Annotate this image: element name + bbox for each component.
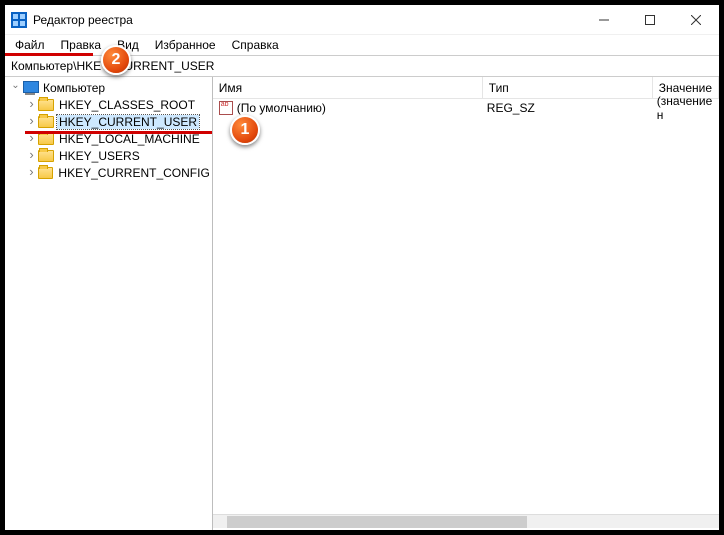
folder-icon — [38, 99, 54, 111]
cell-value: (значение н — [657, 94, 719, 122]
list-pane[interactable]: Имя Тип Значение (По умолчанию) REG_SZ (… — [213, 77, 719, 530]
chevron-right-icon[interactable] — [25, 97, 38, 112]
chevron-right-icon[interactable] — [25, 165, 38, 180]
tree-pane[interactable]: Компьютер HKEY_CLASSES_ROOT HKEY_CURRENT… — [5, 77, 213, 530]
tree-item-label: HKEY_CLASSES_ROOT — [57, 98, 197, 112]
chevron-down-icon[interactable] — [9, 82, 22, 93]
column-name[interactable]: Имя — [213, 77, 483, 98]
folder-icon — [38, 150, 54, 162]
annotation-badge-2: 2 — [101, 45, 131, 75]
window-title: Редактор реестра — [33, 13, 581, 27]
minimize-icon — [599, 15, 609, 25]
column-type[interactable]: Тип — [483, 77, 653, 98]
annotation-badge-1: 1 — [230, 115, 260, 145]
tree-item-hkcr[interactable]: HKEY_CLASSES_ROOT — [5, 96, 212, 113]
horizontal-scrollbar[interactable] — [213, 514, 719, 528]
list-header: Имя Тип Значение — [213, 77, 719, 99]
close-button[interactable] — [673, 5, 719, 35]
close-icon — [691, 15, 701, 25]
chevron-right-icon[interactable] — [25, 148, 38, 163]
menu-file[interactable]: Файл — [7, 36, 53, 54]
folder-icon — [38, 167, 54, 179]
content-area: Компьютер HKEY_CLASSES_ROOT HKEY_CURRENT… — [5, 77, 719, 530]
minimize-button[interactable] — [581, 5, 627, 35]
menu-edit[interactable]: Правка — [53, 36, 110, 54]
string-value-icon — [219, 101, 233, 115]
tree-item-hkcc[interactable]: HKEY_CURRENT_CONFIG — [5, 164, 212, 181]
scrollbar-thumb[interactable] — [227, 516, 527, 528]
folder-icon — [38, 116, 54, 128]
tree-item-label: HKEY_CURRENT_CONFIG — [56, 166, 211, 180]
tree-item-hku[interactable]: HKEY_USERS — [5, 147, 212, 164]
maximize-icon — [645, 15, 655, 25]
maximize-button[interactable] — [627, 5, 673, 35]
tree-root[interactable]: Компьютер — [5, 79, 212, 96]
cell-type: REG_SZ — [487, 101, 657, 115]
chevron-right-icon[interactable] — [25, 114, 38, 129]
list-row[interactable]: (По умолчанию) REG_SZ (значение н — [213, 99, 719, 117]
app-icon — [11, 12, 27, 28]
computer-icon — [22, 81, 38, 94]
tree-item-label: HKEY_CURRENT_USER — [57, 115, 199, 129]
tree-item-hkcu[interactable]: HKEY_CURRENT_USER — [5, 113, 212, 130]
cell-name: (По умолчанию) — [237, 101, 487, 115]
window-controls — [581, 5, 719, 35]
tree-root-label: Компьютер — [41, 81, 107, 95]
menu-help[interactable]: Справка — [224, 36, 287, 54]
annotation-underline-menu — [5, 53, 93, 56]
annotation-underline-tree — [25, 131, 213, 134]
tree-item-label: HKEY_USERS — [57, 149, 142, 163]
folder-icon — [38, 133, 54, 145]
title-bar: Редактор реестра — [5, 5, 719, 35]
menu-favorites[interactable]: Избранное — [147, 36, 224, 54]
